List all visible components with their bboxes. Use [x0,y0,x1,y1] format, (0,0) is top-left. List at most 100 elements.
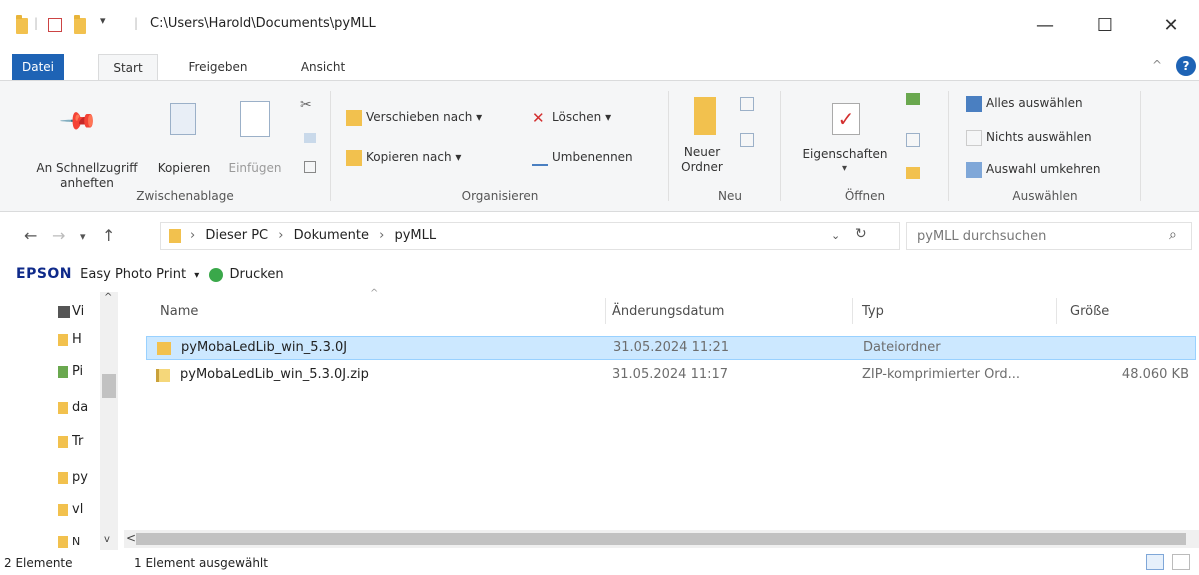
nav-item-6[interactable]: py [72,468,94,488]
select-none-button[interactable]: Nichts auswählen [966,127,1092,147]
tab-ansicht[interactable]: Ansicht [286,54,360,80]
print-button[interactable]: Drucken [230,267,284,282]
nav-item-7[interactable]: vl [72,500,94,520]
minimize-button[interactable]: — [1020,10,1070,42]
copy-to-button[interactable]: Kopieren nach ▾ [346,147,461,167]
breadcrumb: › Dieser PC › Dokumente › pyMLL [190,228,437,243]
new-folder-button[interactable]: Neuer Ordner [672,145,732,175]
nav-scroll-thumb[interactable] [102,374,116,398]
tab-freigeben[interactable]: Freigeben [176,54,260,80]
paste-icon [240,101,270,137]
nav-item-1[interactable]: Vi [72,302,94,322]
epson-dropdown-icon[interactable]: ▾ [194,270,199,281]
ribbon: 📌 An Schnellzugriff anheften Kopieren Ei… [0,80,1199,212]
column-header-type[interactable]: Typ [862,304,884,319]
search-icon[interactable]: ⌕ [1169,227,1177,243]
nav-item-5[interactable]: Tr [72,432,94,452]
up-icon[interactable]: ↑ [102,226,115,245]
paste-shortcut-icon[interactable] [304,161,316,173]
nav-item-4[interactable]: da [72,398,94,418]
open-icon[interactable] [906,93,920,105]
ribbon-tabs: Datei Start Freigeben Ansicht ^ ? [0,54,1199,80]
sort-indicator-icon: ^ [370,288,379,299]
file-list-horizontal-scrollbar[interactable]: < [124,530,1199,548]
folder-icon [58,504,68,516]
status-bar: 2 Elemente 1 Element ausgewählt [0,552,1199,575]
close-button[interactable]: ✕ [1146,10,1196,42]
new-item-icon[interactable] [740,97,754,111]
item-count: 2 Elemente [4,556,73,570]
pin-quickaccess-button[interactable]: An Schnellzugriff anheften [22,161,152,191]
maximize-button[interactable]: ☐ [1080,10,1130,42]
zip-folder-icon [156,369,170,382]
horizontal-scroll-thumb[interactable] [136,533,1186,545]
rename-icon [532,150,548,166]
refresh-icon[interactable]: ↻ [855,226,867,242]
scroll-down-icon[interactable]: v [104,534,110,545]
title-bar: | ▾ | C:\Users\Harold\Documents\pyMLL — … [0,0,1199,48]
folder-icon [58,472,68,484]
videos-icon [58,306,70,318]
column-header-name[interactable]: Name [160,304,198,319]
file-name: pyMobaLedLib_win_5.3.0J [181,340,348,355]
group-label-zwischenablage: Zwischenablage [136,189,234,203]
easy-photo-print-button[interactable]: Easy Photo Print [80,267,186,282]
new-folder-quickaccess-icon[interactable] [74,15,86,34]
file-row[interactable]: pyMobaLedLib_win_5.3.0J 31.05.2024 11:21… [146,336,1196,360]
group-label-auswaehlen: Auswählen [1012,189,1078,203]
back-icon[interactable]: ← [24,226,37,245]
nav-item-8[interactable]: N [72,532,90,552]
properties-dropdown-icon[interactable]: ▾ [842,163,847,174]
breadcrumb-dokumente[interactable]: Dokumente [294,228,369,243]
properties-button[interactable]: Eigenschaften [790,147,900,162]
details-view-icon[interactable] [1146,554,1164,570]
copy-path-icon[interactable] [304,133,316,143]
paste-button[interactable]: Einfügen [220,161,290,176]
scroll-up-icon[interactable]: ^ [104,292,112,303]
column-header-size[interactable]: Größe [1070,304,1109,319]
select-none-icon [966,129,982,146]
scroll-left-icon[interactable]: < [126,531,136,545]
easy-access-icon[interactable] [740,133,754,147]
tab-start[interactable]: Start [98,54,158,80]
cut-icon[interactable]: ✂ [300,97,312,113]
search-input[interactable]: pyMLL durchsuchen [917,229,1046,244]
copy-button[interactable]: Kopieren [152,161,216,176]
nav-item-2[interactable]: H [72,330,94,350]
breadcrumb-pymll[interactable]: pyMLL [394,228,436,243]
folder-icon [157,342,171,355]
select-all-button[interactable]: Alles auswählen [966,93,1083,113]
invert-selection-icon [966,161,982,178]
group-label-organisieren: Organisieren [461,189,539,203]
invert-selection-button[interactable]: Auswahl umkehren [966,159,1100,179]
epson-toolbar: EPSON Easy Photo Print ▾ Drucken [16,266,284,282]
copy-icon [170,103,196,135]
delete-icon: ✕ [532,108,545,127]
tab-datei[interactable]: Datei [12,54,64,80]
rename-button[interactable]: Umbenennen [532,147,633,167]
group-label-oeffnen: Öffnen [844,189,886,203]
edit-icon[interactable] [906,133,920,147]
delete-button[interactable]: ✕ Löschen ▾ [532,107,611,127]
navigation-row: ← → ▾ ↑ ⌄ ↻ › Dieser PC › Dokumente › py… [0,218,1199,254]
column-header-date[interactable]: Änderungsdatum [612,304,724,319]
search-box[interactable]: pyMLL durchsuchen ⌕ [906,222,1192,250]
breadcrumb-dieser-pc[interactable]: Dieser PC [205,228,268,243]
help-icon[interactable]: ? [1176,56,1196,76]
forward-icon[interactable]: → [52,226,65,245]
print-icon [209,267,224,282]
recent-locations-icon[interactable]: ▾ [80,230,86,243]
move-to-icon [346,109,362,126]
file-row[interactable]: pyMobaLedLib_win_5.3.0J.zip 31.05.2024 1… [146,364,1196,388]
collapse-ribbon-icon[interactable]: ^ [1152,58,1162,72]
nav-item-3[interactable]: Pi [72,362,94,382]
quickaccess-dropdown-icon[interactable]: ▾ [100,14,106,27]
properties-quickaccess-icon[interactable] [48,18,62,32]
group-label-neu: Neu [718,189,742,203]
nav-pane-scrollbar[interactable]: ^ v [100,292,118,550]
address-dropdown-icon[interactable]: ⌄ [831,229,840,242]
large-icons-view-icon[interactable] [1172,554,1190,570]
move-to-button[interactable]: Verschieben nach ▾ [346,107,482,127]
history-icon[interactable] [906,167,920,179]
folder-icon [58,334,68,346]
